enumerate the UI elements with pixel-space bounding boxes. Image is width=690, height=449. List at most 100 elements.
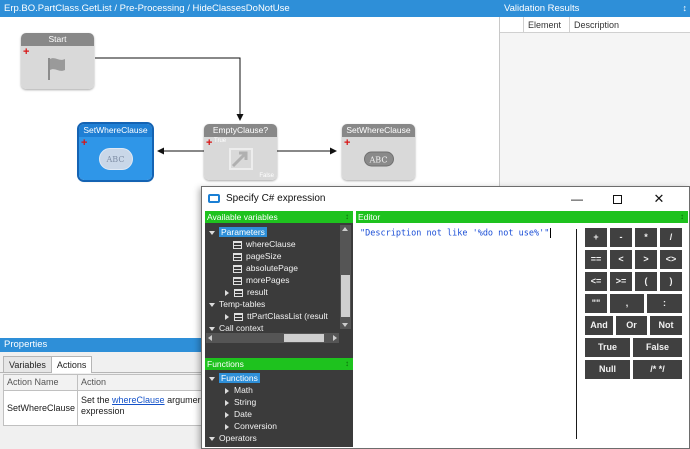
key-null[interactable]: Null — [585, 360, 630, 379]
tree-node-temp-tables[interactable]: Temp-tables — [209, 299, 265, 310]
tree-item-param[interactable]: whereClause — [233, 239, 296, 250]
maximize-icon — [612, 195, 622, 205]
set-where-clause-right-title: SetWhereClause — [342, 124, 415, 137]
collapse-icon[interactable] — [225, 387, 229, 394]
false-branch-label: False — [259, 173, 274, 179]
variables-horizontal-scrollbar[interactable] — [206, 333, 339, 343]
add-icon[interactable]: + — [344, 138, 350, 149]
key-not[interactable]: Not — [650, 316, 682, 335]
key-true[interactable]: True — [585, 338, 630, 357]
flag-icon — [47, 57, 65, 80]
functions-tree: Functions Math String Date Conversion Op… — [205, 370, 353, 447]
key-comment[interactable]: /* */ — [633, 360, 682, 379]
key-close-paren[interactable]: ) — [660, 272, 682, 291]
column-description[interactable]: Description — [570, 17, 690, 32]
designer-breadcrumb: Erp.BO.PartClass.GetList / Pre-Processin… — [0, 0, 500, 17]
variables-tree: Parameters whereClause pageSize absolute… — [205, 223, 353, 345]
true-branch-label: True — [214, 138, 227, 144]
key-colon[interactable]: : — [647, 294, 682, 313]
tree-item-function-group[interactable]: String — [225, 397, 256, 408]
collapse-icon[interactable] — [225, 399, 229, 406]
tree-item-function-group[interactable]: Conversion — [225, 421, 277, 432]
tab-variables[interactable]: Variables — [3, 356, 52, 372]
scroll-down-icon[interactable] — [342, 323, 348, 327]
collapse-icon[interactable] — [225, 289, 229, 296]
key-and[interactable]: And — [585, 316, 613, 335]
tree-item-param[interactable]: morePages — [233, 275, 289, 286]
key-less[interactable]: < — [610, 250, 632, 269]
expression-text: "Description not like '%do not use%'" — [360, 228, 550, 239]
key-plus[interactable]: + — [585, 228, 607, 247]
scroll-right-icon[interactable] — [333, 335, 337, 341]
pin-icon[interactable]: ↕ — [680, 211, 684, 223]
expand-icon[interactable] — [209, 326, 215, 331]
specify-expression-dialog: Specify C# expression — ✕ Available vari… — [201, 186, 690, 449]
key-multiply[interactable]: * — [635, 228, 657, 247]
tree-item-function-group[interactable]: Date — [225, 409, 252, 420]
pin-icon[interactable]: ↕ — [345, 358, 349, 370]
key-open-paren[interactable]: ( — [635, 272, 657, 291]
key-not-equal[interactable]: <> — [660, 250, 682, 269]
variable-icon — [233, 276, 242, 285]
set-where-clause-node-right[interactable]: SetWhereClause + ABC — [342, 124, 415, 180]
actions-table: Action Name Action SetWhereClause Set th… — [3, 374, 210, 426]
expand-icon[interactable] — [209, 302, 215, 307]
close-button[interactable]: ✕ — [643, 187, 675, 211]
key-false[interactable]: False — [633, 338, 682, 357]
key-greater[interactable]: > — [635, 250, 657, 269]
add-icon[interactable]: + — [206, 138, 212, 149]
left-pane: Available variables ↕ Parameters whereCl… — [205, 211, 353, 447]
variables-vertical-scrollbar[interactable] — [340, 225, 351, 329]
abc-icon: ABC — [98, 147, 133, 170]
tab-actions[interactable]: Actions — [50, 356, 93, 373]
tree-item-function-group[interactable]: Math — [225, 385, 253, 396]
functions-header: Functions ↕ — [205, 358, 353, 370]
scroll-left-icon[interactable] — [208, 335, 212, 341]
start-node[interactable]: Start + — [21, 33, 94, 89]
action-description-cell: Set the whereClause argumer expression — [81, 395, 201, 416]
expression-editor[interactable]: "Description not like '%do not use%'" — [356, 223, 577, 447]
pin-icon[interactable]: ↕ — [683, 0, 688, 17]
text-caret — [550, 228, 552, 238]
collapse-icon[interactable] — [225, 411, 229, 418]
table-row[interactable]: SetWhereClause Set the whereClause argum… — [4, 391, 209, 425]
variable-icon — [233, 264, 242, 273]
tree-item-param[interactable]: result — [225, 287, 268, 298]
key-divide[interactable]: / — [660, 228, 682, 247]
add-icon[interactable]: + — [23, 47, 29, 58]
column-element[interactable]: Element — [524, 17, 570, 32]
key-less-equal[interactable]: <= — [585, 272, 607, 291]
expand-icon[interactable] — [209, 230, 215, 235]
collapse-icon[interactable] — [225, 423, 229, 430]
scroll-up-icon[interactable] — [342, 227, 348, 231]
tree-item-param[interactable]: pageSize — [233, 251, 281, 262]
key-greater-equal[interactable]: >= — [610, 272, 632, 291]
set-where-clause-node-left[interactable]: SetWhereClause + ABC — [77, 122, 154, 182]
column-action[interactable]: Action — [78, 375, 209, 391]
tree-node-parameters[interactable]: Parameters — [209, 227, 267, 238]
expand-icon[interactable] — [209, 376, 215, 381]
empty-clause-condition-node[interactable]: EmptyClause? + True False — [204, 124, 277, 180]
pin-icon[interactable]: ↕ — [345, 211, 349, 223]
key-equals[interactable]: == — [585, 250, 607, 269]
where-clause-link[interactable]: whereClause — [112, 395, 165, 405]
tree-item-param[interactable]: absolutePage — [233, 263, 298, 274]
key-minus[interactable]: - — [610, 228, 632, 247]
table-icon — [234, 288, 243, 297]
column-action-name[interactable]: Action Name — [4, 375, 78, 391]
condition-node-title: EmptyClause? — [204, 124, 277, 137]
key-or[interactable]: Or — [616, 316, 647, 335]
key-quotes[interactable]: "" — [585, 294, 607, 313]
expand-icon[interactable] — [209, 436, 215, 441]
action-name-cell: SetWhereClause — [4, 391, 78, 425]
tree-node-functions[interactable]: Functions — [209, 373, 260, 384]
collapse-icon[interactable] — [225, 313, 229, 320]
minimize-button[interactable]: — — [561, 187, 593, 211]
dialog-titlebar[interactable]: Specify C# expression — ✕ — [202, 187, 689, 211]
available-variables-header: Available variables ↕ — [205, 211, 353, 223]
key-comma[interactable]: , — [610, 294, 644, 313]
tree-item-temp-table[interactable]: ttPartClassList (result — [225, 311, 328, 322]
tree-node-operators[interactable]: Operators — [209, 433, 257, 444]
add-icon[interactable]: + — [81, 138, 87, 149]
maximize-button[interactable] — [601, 187, 633, 211]
